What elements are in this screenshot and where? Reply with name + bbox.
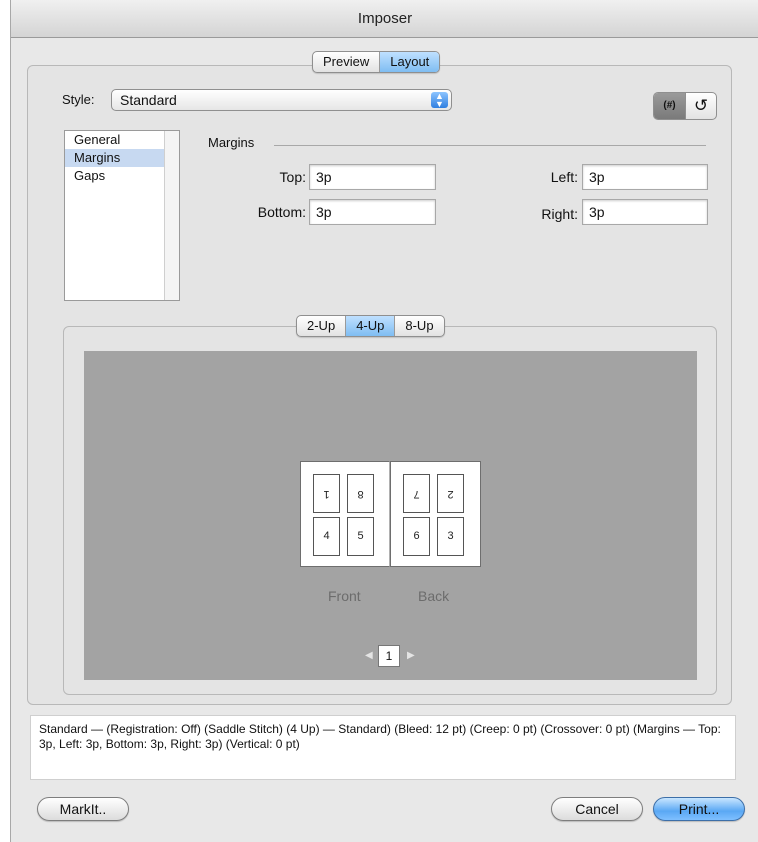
bottom-margin-field[interactable]: 3p	[309, 199, 436, 225]
section-item-margins[interactable]: Margins	[65, 149, 165, 167]
back-label: Back	[418, 588, 450, 604]
margins-divider	[274, 145, 706, 146]
page-numbering-icon[interactable]: (#)	[654, 93, 685, 119]
window-title: Imposer	[11, 0, 758, 38]
page-thumbnail: 7	[403, 474, 430, 513]
section-list: General Margins Gaps	[64, 130, 180, 301]
top-margin-field[interactable]: 3p	[309, 164, 436, 190]
page-thumbnail: 8	[347, 474, 374, 513]
list-scrollbar[interactable]	[164, 131, 179, 300]
page-thumbnail: 5	[347, 517, 374, 556]
tab-preview[interactable]: Preview	[313, 52, 381, 72]
previous-page-icon[interactable]: ◀	[365, 650, 373, 661]
tab-2-up[interactable]: 2-Up	[297, 316, 347, 336]
left-margin-field[interactable]: 3p	[582, 164, 708, 190]
toolbar-icon-buttons: (#) ↺	[653, 92, 717, 120]
markit-button[interactable]: MarkIt..	[37, 797, 129, 821]
front-label: Front	[328, 588, 361, 604]
style-popup-value: Standard	[120, 92, 177, 108]
popup-arrows-icon: ▲ ▼	[431, 92, 448, 109]
bottom-margin-label: Bottom:	[257, 204, 306, 220]
settings-summary: Standard — (Registration: Off) (Saddle S…	[30, 715, 736, 780]
section-item-gaps[interactable]: Gaps	[65, 167, 165, 185]
section-item-general[interactable]: General	[65, 131, 165, 149]
next-page-icon[interactable]: ▶	[407, 650, 415, 661]
tab-4-up[interactable]: 4-Up	[346, 316, 396, 336]
page-thumbnail: 1	[313, 474, 340, 513]
print-button[interactable]: Print...	[653, 797, 745, 821]
page-thumbnail: 2	[437, 474, 464, 513]
style-label: Style:	[62, 92, 95, 107]
page-thumbnail: 3	[437, 517, 464, 556]
right-margin-label: Right:	[541, 206, 578, 222]
up-tabs: 2-Up 4-Up 8-Up	[296, 315, 445, 337]
tab-layout[interactable]: Layout	[380, 52, 440, 72]
page-thumbnail: 4	[313, 517, 340, 556]
front-sheet: 1 8 4 5	[300, 461, 390, 567]
tab-8-up[interactable]: 8-Up	[395, 316, 443, 336]
cancel-button[interactable]: Cancel	[551, 797, 643, 821]
left-margin-label: Left:	[550, 169, 578, 185]
style-popup[interactable]: Standard ▲ ▼	[111, 89, 452, 111]
back-sheet: 7 2 6 3	[390, 461, 481, 567]
reset-icon[interactable]: ↺	[684, 93, 716, 119]
top-margin-label: Top:	[279, 169, 306, 185]
view-tabs: Preview Layout	[312, 51, 441, 73]
margins-heading: Margins	[208, 135, 255, 150]
page-thumbnail: 6	[403, 517, 430, 556]
page-number-indicator: 1	[378, 645, 400, 667]
right-margin-field[interactable]: 3p	[582, 199, 708, 225]
